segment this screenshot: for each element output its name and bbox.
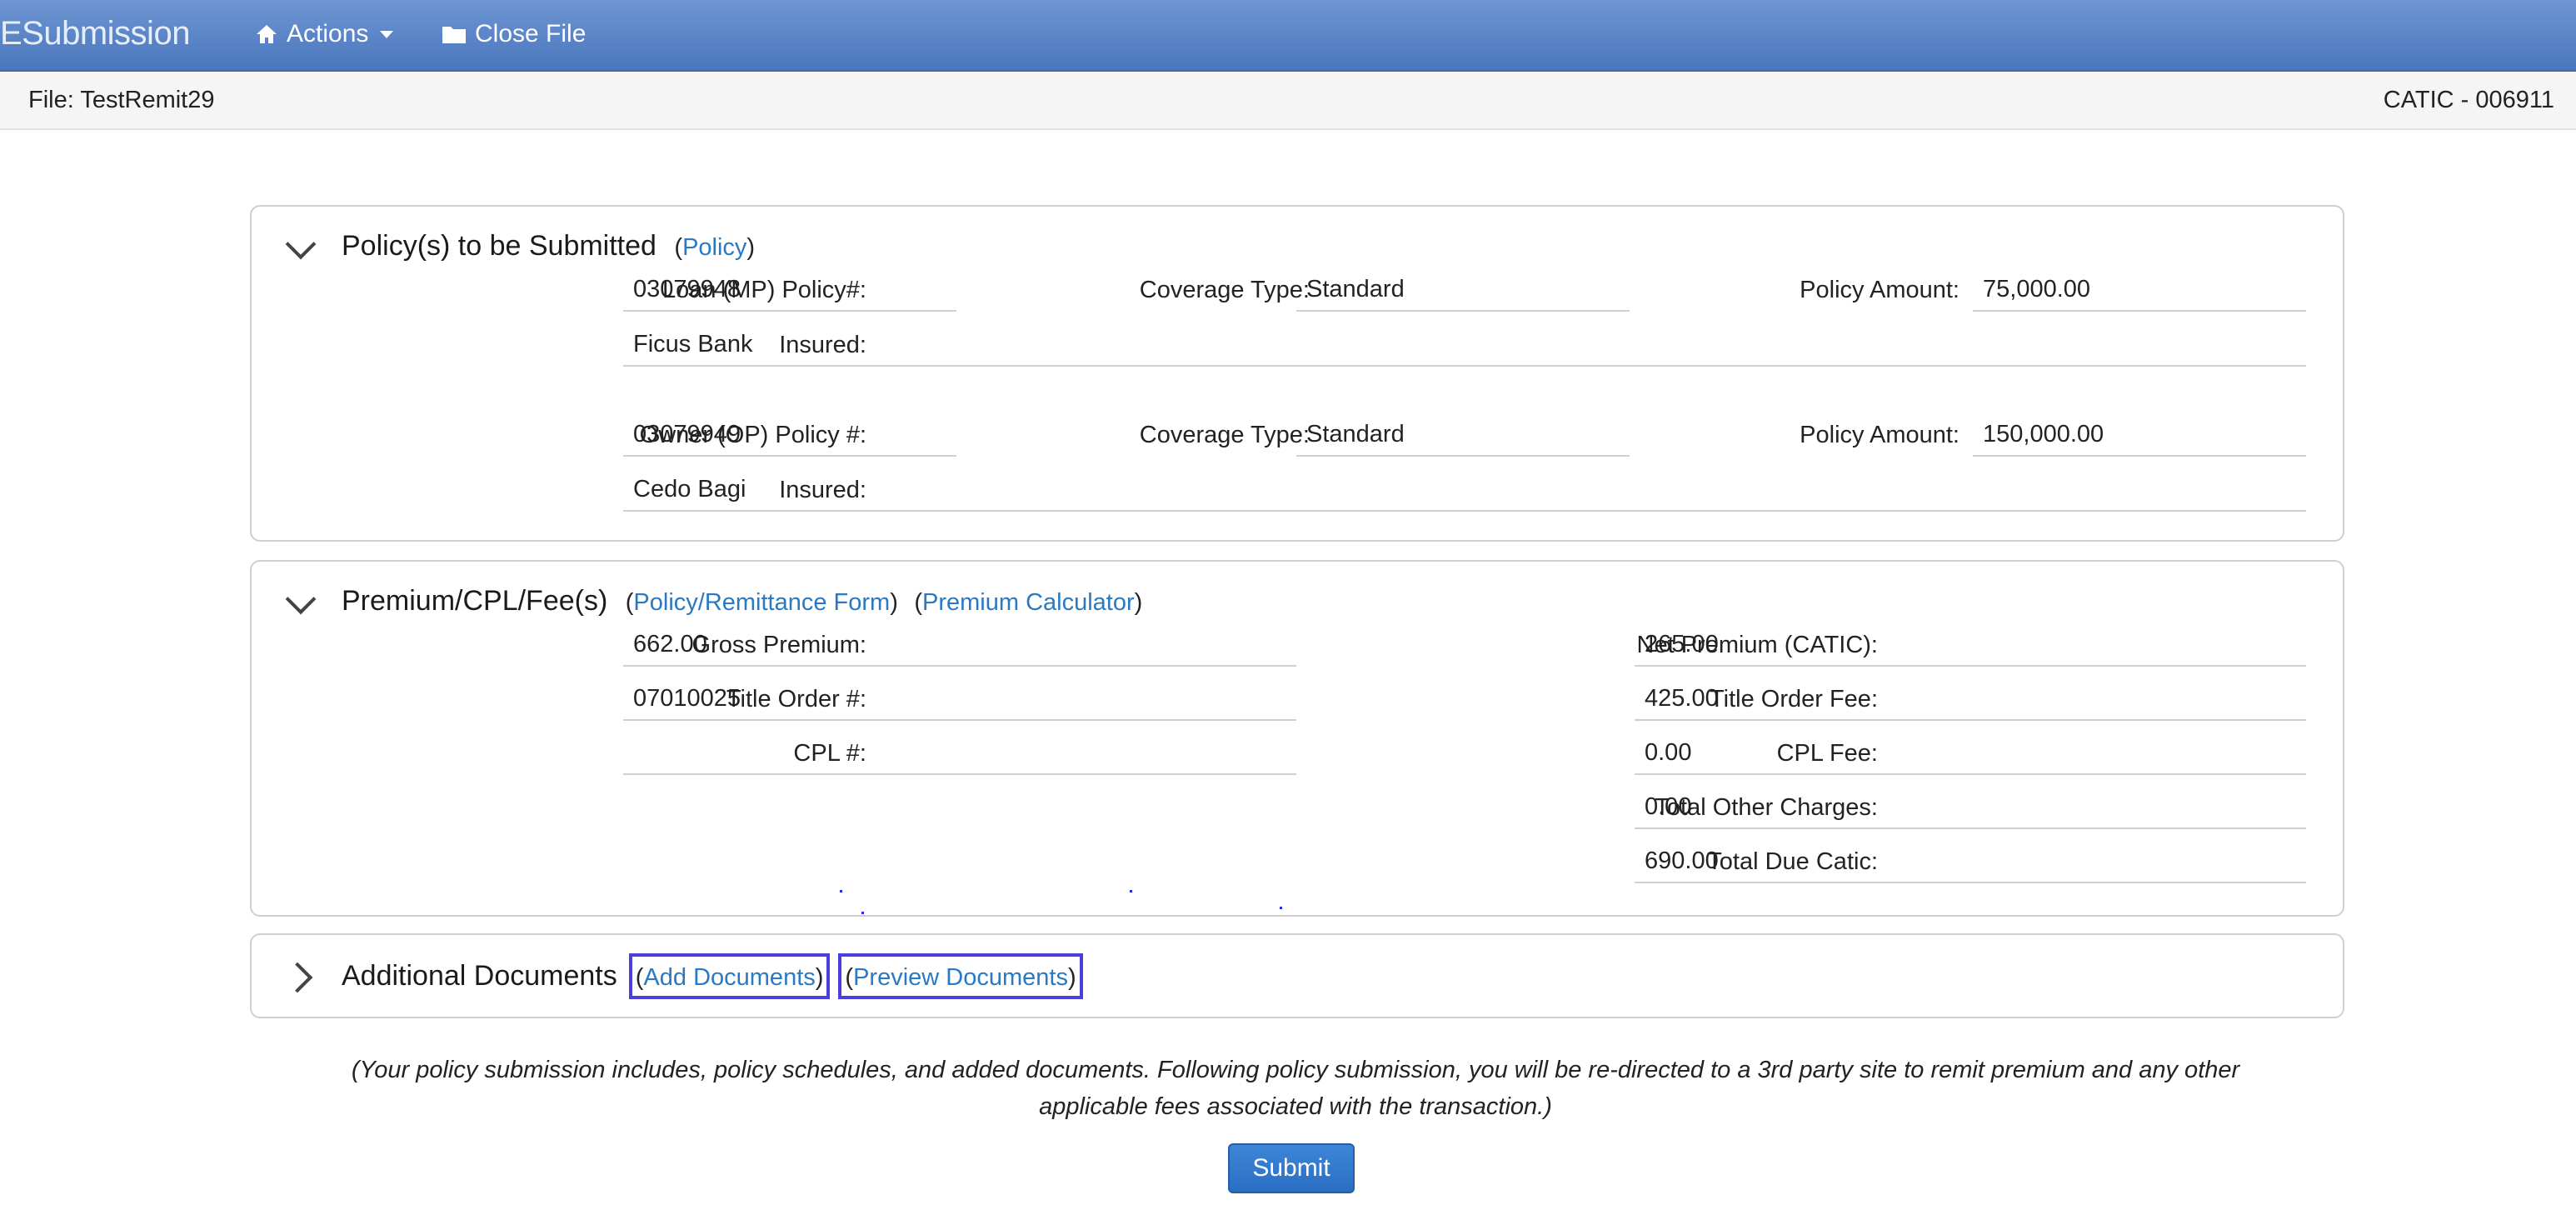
loan-coverage-field[interactable]: Standard [1296,273,1630,312]
folder-icon [442,27,466,43]
policies-panel: Policy(s) to be Submitted (Policy) Loan … [250,205,2344,542]
premium-calculator-link[interactable]: Premium Calculator [922,589,1135,616]
stray-dot [1280,907,1282,909]
home-icon [257,25,277,43]
chevron-down-icon[interactable] [285,228,317,260]
chevron-down-icon[interactable] [285,583,317,615]
other-charges-field[interactable]: 0.00 [1635,791,2306,829]
policies-title: Policy(s) to be Submitted [342,230,656,262]
documents-panel: Additional Documents (Add Documents) (Pr… [250,933,2344,1018]
premium-title: Premium/CPL/Fee(s) [342,585,608,617]
note-line-1: (Your policy submission includes, policy… [351,1057,2240,1083]
remittance-form-link[interactable]: Policy/Remittance Form [633,589,890,616]
add-documents-box: (Add Documents) [628,953,831,999]
submit-button[interactable]: Submit [1228,1143,1355,1193]
file-name: File: TestRemit29 [28,87,215,113]
cpl-fee-field[interactable]: 0.00 [1635,737,2306,775]
owner-coverage-label: Coverage Type: [1139,422,1310,448]
gross-premium-field[interactable]: 662.00 [623,628,1296,667]
documents-title: Additional Documents [342,960,617,992]
actions-menu[interactable]: Actions [255,20,394,48]
title-order-field[interactable]: 07010025 [623,682,1296,721]
file-info-bar: File: TestRemit29 CATIC - 006911 [0,72,2576,130]
loan-amount-label: Policy Amount: [1800,277,1959,303]
submission-note: (Your policy submission includes, policy… [250,1052,2341,1125]
top-navbar: ESubmission Actions Close File [0,0,2576,72]
net-premium-field[interactable]: 265.00 [1635,628,2306,667]
cpl-number-field[interactable] [623,737,1296,775]
owner-policy-field[interactable]: 03079949 [623,418,956,457]
owner-amount-label: Policy Amount: [1800,422,1959,448]
note-line-2: applicable fees associated with the tran… [1039,1093,1552,1120]
loan-coverage-label: Coverage Type: [1139,277,1310,303]
actions-label: Actions [287,20,369,48]
loan-policy-field[interactable]: 03079948 [623,273,956,312]
chevron-right-icon[interactable] [282,962,313,993]
owner-insured-field[interactable]: Cedo Bagi [623,473,2306,512]
close-file-button[interactable]: Close File [442,20,586,48]
catic-id: CATIC - 006911 [2383,87,2554,113]
preview-documents-link[interactable]: Preview Documents [853,964,1068,991]
loan-amount-field[interactable]: 75,000.00 [1973,273,2306,312]
add-documents-link[interactable]: Add Documents [643,964,815,991]
policy-link[interactable]: Policy [682,234,746,261]
title-order-fee-field[interactable]: 425.00 [1635,682,2306,721]
loan-insured-field[interactable]: Ficus Bank [623,328,2306,367]
stray-dot [840,890,842,892]
stray-dot [861,912,864,914]
app-brand[interactable]: ESubmission [0,15,190,52]
owner-amount-field[interactable]: 150,000.00 [1973,418,2306,457]
owner-coverage-field[interactable]: Standard [1296,418,1630,457]
close-file-label: Close File [475,20,587,48]
preview-documents-box: (Preview Documents) [838,953,1083,999]
caret-down-icon [380,30,394,38]
stray-dot [1130,890,1132,892]
total-due-field[interactable]: 690.00 [1635,845,2306,883]
premium-panel: Premium/CPL/Fee(s) (Policy/Remittance Fo… [250,560,2344,917]
